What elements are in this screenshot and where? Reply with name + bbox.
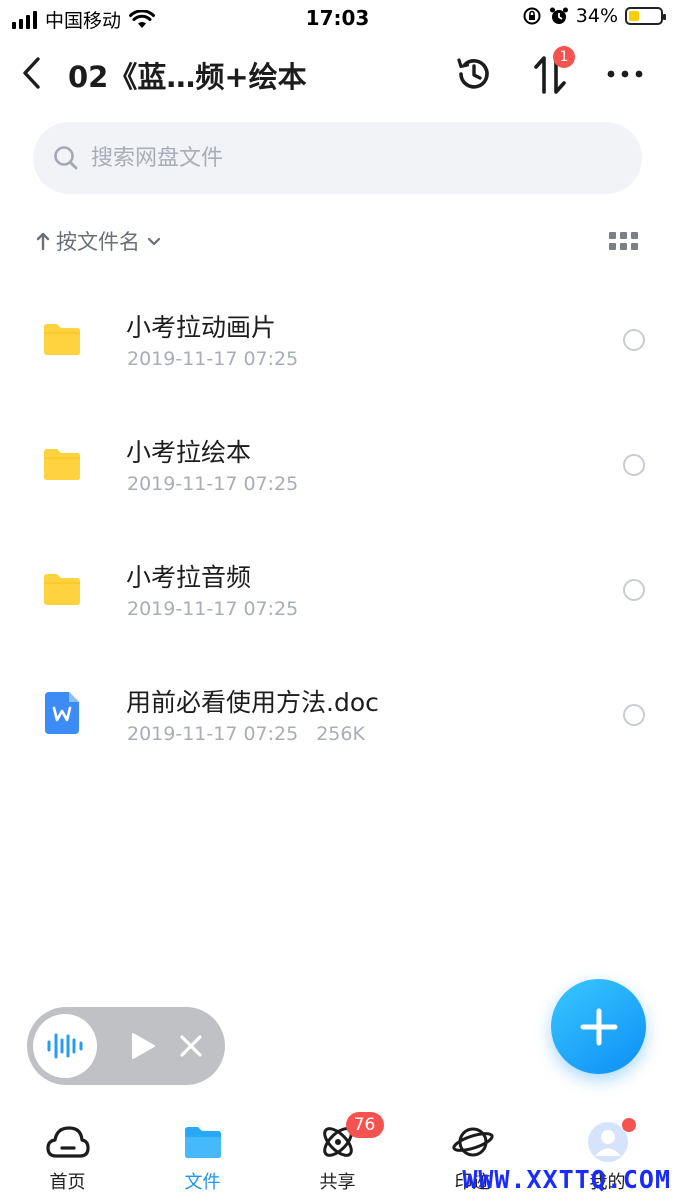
close-icon[interactable] bbox=[177, 1032, 205, 1060]
search-icon bbox=[54, 146, 78, 170]
file-row-folder-animation[interactable]: 小考拉动画片 2019-11-17 07:25 bbox=[0, 280, 675, 405]
folder-icon bbox=[44, 574, 80, 605]
transfer-badge: 1 bbox=[553, 46, 575, 68]
planet-icon bbox=[451, 1127, 494, 1157]
grid-view-icon[interactable] bbox=[609, 232, 641, 256]
tab-label: 首页 bbox=[49, 1172, 86, 1193]
play-icon[interactable] bbox=[129, 1031, 157, 1061]
add-button[interactable] bbox=[551, 979, 646, 1074]
orientation-lock-icon bbox=[523, 7, 541, 25]
search-input[interactable] bbox=[89, 144, 593, 172]
file-size: 256K bbox=[316, 723, 365, 745]
folder-icon bbox=[44, 449, 80, 480]
folder-icon bbox=[44, 324, 80, 355]
search-bar[interactable] bbox=[33, 122, 642, 194]
page-title: 02《蓝…频+绘本 bbox=[68, 60, 307, 94]
back-button[interactable] bbox=[14, 50, 50, 96]
transfer-button[interactable]: 1 bbox=[526, 46, 575, 98]
select-checkbox[interactable] bbox=[623, 454, 645, 476]
file-meta: 2019-11-17 07:25 256K bbox=[127, 723, 365, 745]
home-cloud-icon bbox=[45, 1126, 90, 1158]
battery-icon bbox=[625, 7, 666, 25]
back-icon bbox=[23, 57, 40, 89]
notification-dot bbox=[621, 1118, 636, 1132]
select-checkbox[interactable] bbox=[623, 329, 645, 351]
select-checkbox[interactable] bbox=[623, 579, 645, 601]
more-icon bbox=[607, 70, 643, 78]
tab-label: 共享 bbox=[319, 1172, 356, 1193]
file-meta: 2019-11-17 07:25 bbox=[127, 348, 298, 370]
select-checkbox[interactable] bbox=[623, 704, 645, 726]
tab-home[interactable]: 首页 bbox=[0, 1122, 135, 1198]
file-date: 2019-11-17 07:25 bbox=[127, 348, 299, 370]
file-meta: 2019-11-17 07:25 bbox=[127, 598, 298, 620]
battery-percent: 34% bbox=[575, 5, 618, 27]
file-row-doc[interactable]: 用前必看使用方法.doc 2019-11-17 07:25 256K bbox=[0, 655, 675, 780]
file-date: 2019-11-17 07:25 bbox=[127, 723, 299, 745]
folder-icon bbox=[184, 1127, 221, 1158]
status-bar: 中国移动 17:03 34% bbox=[0, 0, 675, 36]
tab-files[interactable]: 文件 bbox=[135, 1122, 270, 1198]
sort-selector[interactable]: 按文件名 bbox=[36, 226, 162, 256]
history-button[interactable] bbox=[450, 50, 498, 98]
file-name: 小考拉音频 bbox=[126, 563, 252, 592]
file-name: 用前必看使用方法.doc bbox=[126, 688, 379, 717]
file-row-folder-picturebook[interactable]: 小考拉绘本 2019-11-17 07:25 bbox=[0, 405, 675, 530]
file-name: 小考拉绘本 bbox=[126, 438, 252, 467]
watermark: WWW.XXTTQ.COM bbox=[462, 1165, 671, 1194]
file-name: 小考拉动画片 bbox=[126, 313, 277, 342]
file-date: 2019-11-17 07:25 bbox=[127, 598, 299, 620]
audio-wave-button[interactable] bbox=[33, 1014, 97, 1078]
sort-arrow-up-icon bbox=[36, 232, 50, 251]
history-icon bbox=[457, 58, 489, 89]
word-doc-icon bbox=[45, 692, 79, 734]
audio-wave-icon bbox=[47, 1033, 83, 1059]
file-date: 2019-11-17 07:25 bbox=[127, 473, 299, 495]
chevron-down-icon bbox=[147, 237, 161, 246]
tab-share[interactable]: 76 共享 bbox=[270, 1112, 405, 1198]
audio-player bbox=[27, 1007, 225, 1085]
plus-icon bbox=[580, 1008, 617, 1045]
sort-label: 按文件名 bbox=[56, 230, 140, 254]
file-meta: 2019-11-17 07:25 bbox=[127, 473, 298, 495]
share-badge: 76 bbox=[345, 1112, 384, 1138]
battery-level bbox=[629, 11, 639, 21]
alarm-icon bbox=[549, 7, 568, 24]
file-row-folder-audio[interactable]: 小考拉音频 2019-11-17 07:25 bbox=[0, 530, 675, 655]
more-button[interactable] bbox=[601, 50, 649, 98]
file-list: 小考拉动画片 2019-11-17 07:25 小考拉绘本 2019-11-17… bbox=[0, 280, 675, 780]
header: 02《蓝…频+绘本 1 bbox=[0, 40, 675, 106]
tab-label: 文件 bbox=[184, 1172, 221, 1193]
status-right: 34% bbox=[522, 5, 666, 27]
